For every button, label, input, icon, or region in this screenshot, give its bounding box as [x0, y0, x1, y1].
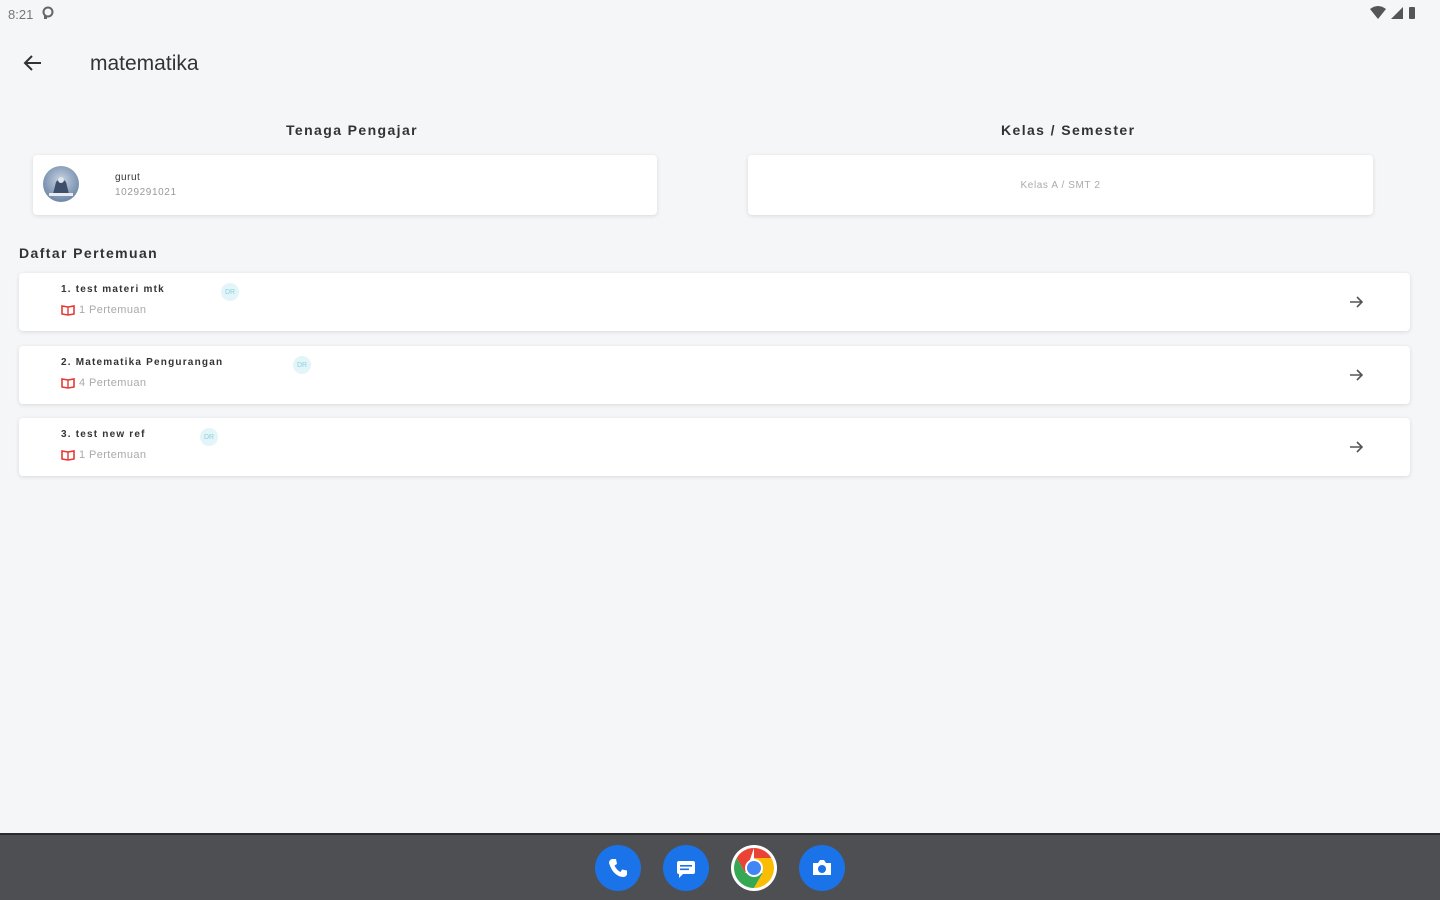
meeting-title: 2. Matematika Pengurangan	[61, 357, 224, 368]
open-meeting-button[interactable]	[1346, 365, 1366, 385]
list-item[interactable]: 3. test new ref DR 1 Pertemuan	[19, 418, 1410, 476]
meeting-count: 4 Pertemuan	[61, 377, 146, 389]
dock-bar	[0, 833, 1440, 900]
signal-icon	[1390, 6, 1404, 23]
app-bar: matematika	[0, 40, 1440, 88]
teacher-name: gurut	[115, 172, 141, 183]
status-bar: 8:21	[0, 0, 1440, 28]
back-button[interactable]	[16, 46, 50, 80]
meetings-section-heading: Daftar Pertemuan	[19, 245, 159, 261]
meeting-count: 1 Pertemuan	[61, 304, 146, 316]
open-meeting-button[interactable]	[1346, 292, 1366, 312]
meeting-count-label: 1 Pertemuan	[79, 449, 147, 461]
list-item[interactable]: 2. Matematika Pengurangan DR 4 Pertemuan	[19, 346, 1410, 404]
phone-icon[interactable]	[595, 844, 641, 891]
messages-icon[interactable]	[663, 844, 709, 891]
page-title: matematika	[90, 52, 199, 75]
notification-icon	[41, 6, 55, 23]
meeting-title: 1. test materi mtk	[61, 284, 165, 295]
book-icon	[61, 305, 75, 316]
class-card: Kelas A / SMT 2	[748, 155, 1373, 215]
arrow-right-icon	[1350, 369, 1364, 381]
teacher-card: gurut 1029291021	[33, 155, 657, 215]
camera-icon[interactable]	[799, 844, 845, 891]
meeting-count-label: 1 Pertemuan	[79, 304, 147, 316]
battery-icon	[1408, 6, 1416, 23]
class-semester-value: Kelas A / SMT 2	[1020, 179, 1101, 191]
class-section-heading: Kelas / Semester	[1001, 122, 1136, 138]
status-time: 8:21	[8, 6, 34, 22]
wifi-icon	[1370, 5, 1386, 23]
status-badge: DR	[293, 356, 311, 374]
meeting-count: 1 Pertemuan	[61, 449, 146, 461]
chrome-icon[interactable]	[731, 844, 777, 891]
status-badge: DR	[200, 428, 218, 446]
book-icon	[61, 378, 75, 389]
book-icon	[61, 450, 75, 461]
arrow-right-icon	[1350, 441, 1364, 453]
arrow-right-icon	[1350, 296, 1364, 308]
teacher-id: 1029291021	[115, 187, 177, 198]
open-meeting-button[interactable]	[1346, 437, 1366, 457]
list-item[interactable]: 1. test materi mtk DR 1 Pertemuan	[19, 273, 1410, 331]
teacher-section-heading: Tenaga Pengajar	[286, 122, 419, 138]
avatar	[43, 166, 79, 202]
meeting-count-label: 4 Pertemuan	[79, 377, 147, 389]
arrow-left-icon	[23, 55, 41, 71]
status-badge: DR	[221, 283, 239, 301]
meeting-title: 3. test new ref	[61, 429, 146, 440]
